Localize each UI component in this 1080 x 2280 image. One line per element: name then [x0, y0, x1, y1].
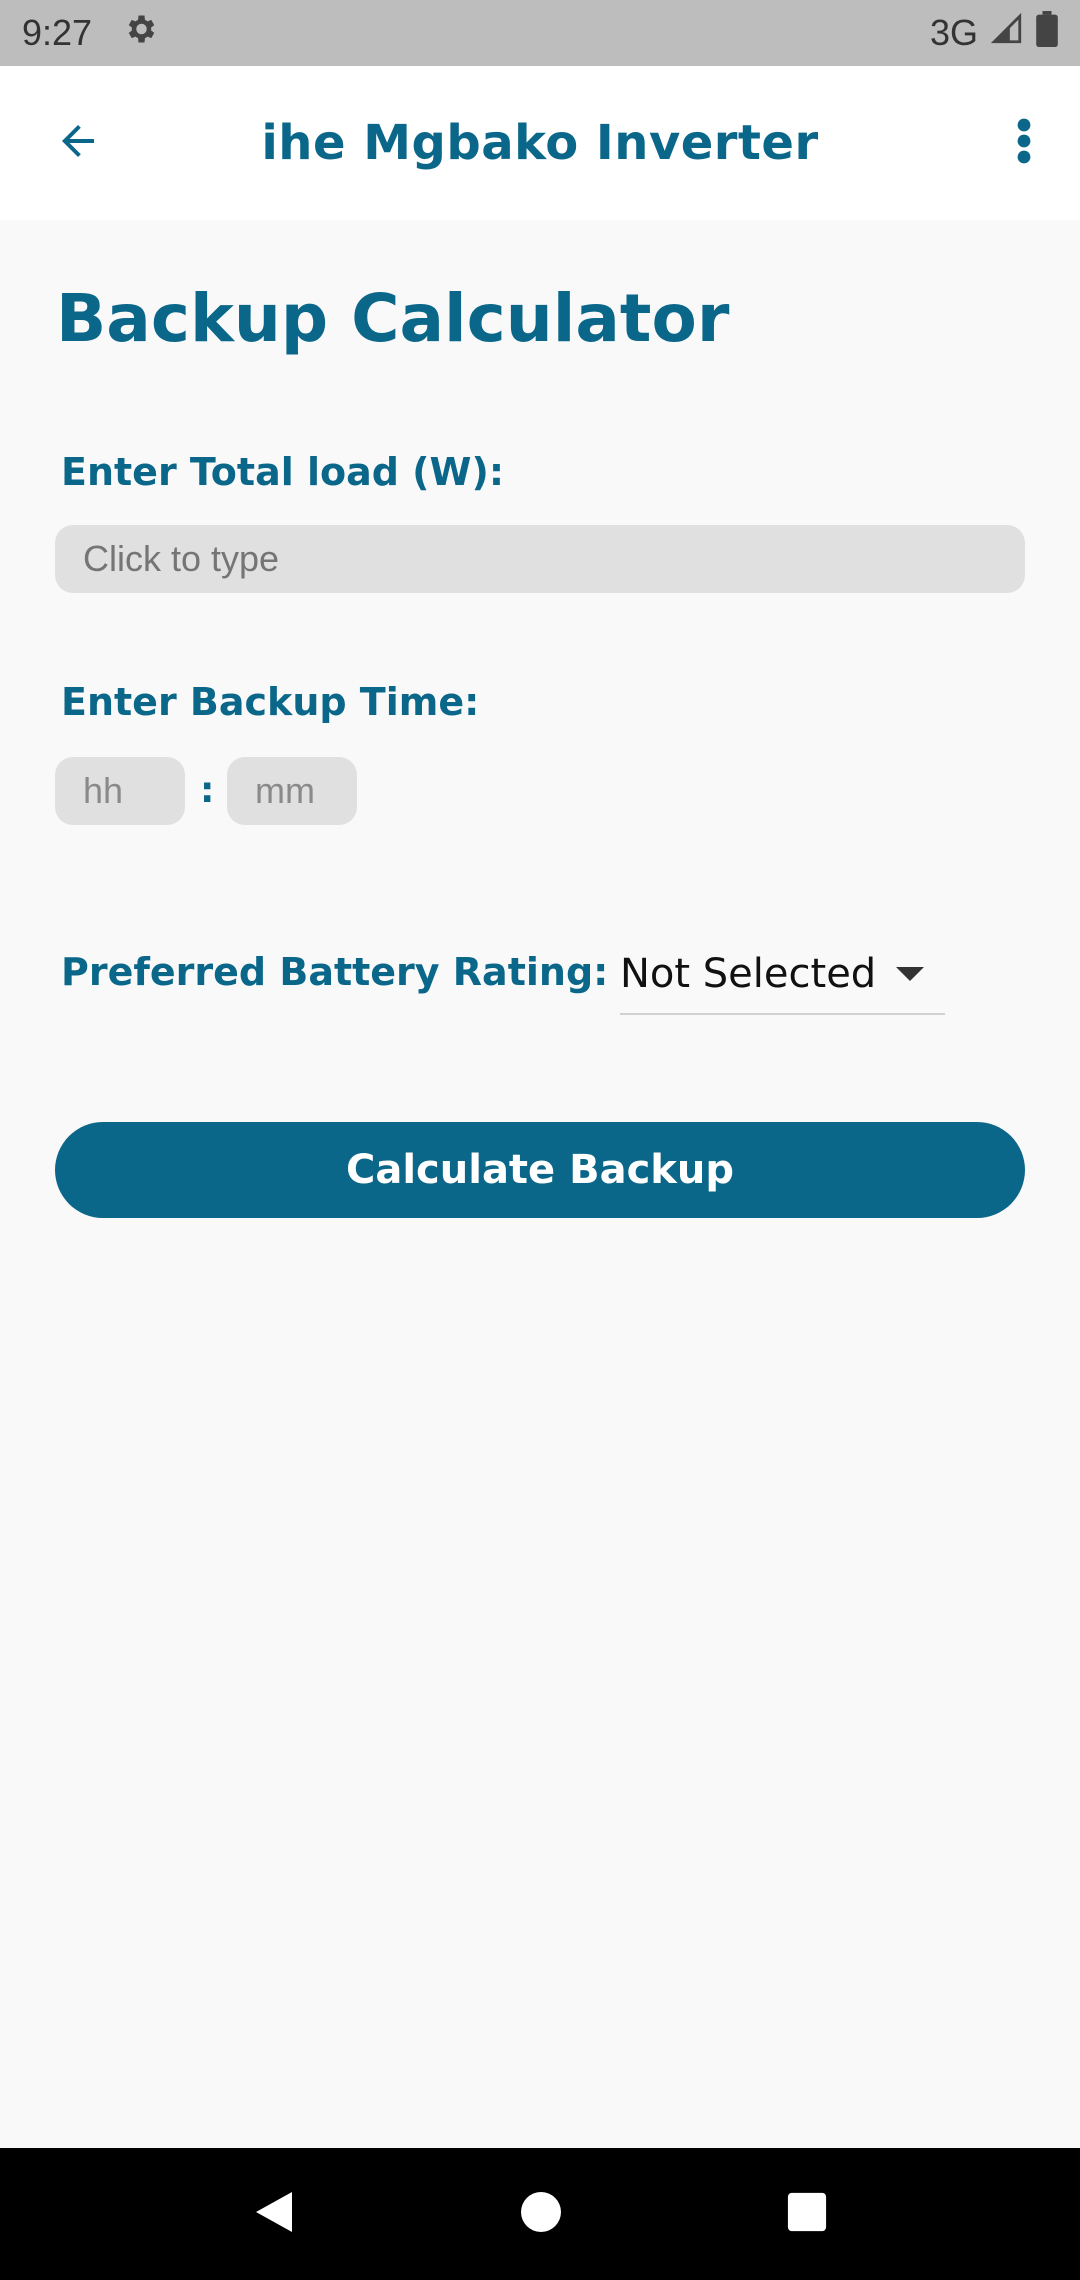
app-title: ihe Mgbako Inverter [261, 115, 819, 171]
minutes-input[interactable]: mm [227, 757, 357, 825]
system-nav-bar [0, 2148, 1080, 2280]
battery-icon [1036, 10, 1058, 56]
time-separator: : [200, 770, 215, 811]
settings-icon [122, 11, 158, 56]
status-bar: 9:27 3G [0, 0, 1080, 66]
calculate-backup-button[interactable]: Calculate Backup [55, 1122, 1025, 1218]
hours-input[interactable]: hh [55, 757, 185, 825]
nav-home-icon[interactable] [519, 2190, 563, 2238]
battery-rating-dropdown[interactable]: Not Selected [620, 935, 945, 1015]
nav-recents-icon[interactable] [786, 2191, 828, 2237]
battery-rating-label: Preferred Battery Rating: [61, 950, 609, 994]
dropdown-arrow-icon [896, 967, 925, 981]
overflow-menu-button[interactable] [1004, 113, 1044, 173]
more-vert-icon [1016, 117, 1032, 169]
backup-time-label: Enter Backup Time: [61, 680, 480, 724]
arrow-left-icon [54, 117, 102, 169]
page-title: Backup Calculator [56, 280, 730, 357]
status-time: 9:27 [22, 12, 93, 53]
load-input[interactable]: Click to type [55, 525, 1025, 593]
battery-rating-value: Not Selected [620, 951, 877, 997]
network-type: 3G [929, 12, 978, 53]
nav-back-icon[interactable] [252, 2188, 296, 2240]
signal-icon [990, 12, 1024, 55]
app-bar: ihe Mgbako Inverter [0, 66, 1080, 220]
load-label: Enter Total load (W): [61, 450, 505, 494]
calculate-backup-label: Calculate Backup [345, 1147, 735, 1193]
back-button[interactable] [48, 113, 108, 173]
